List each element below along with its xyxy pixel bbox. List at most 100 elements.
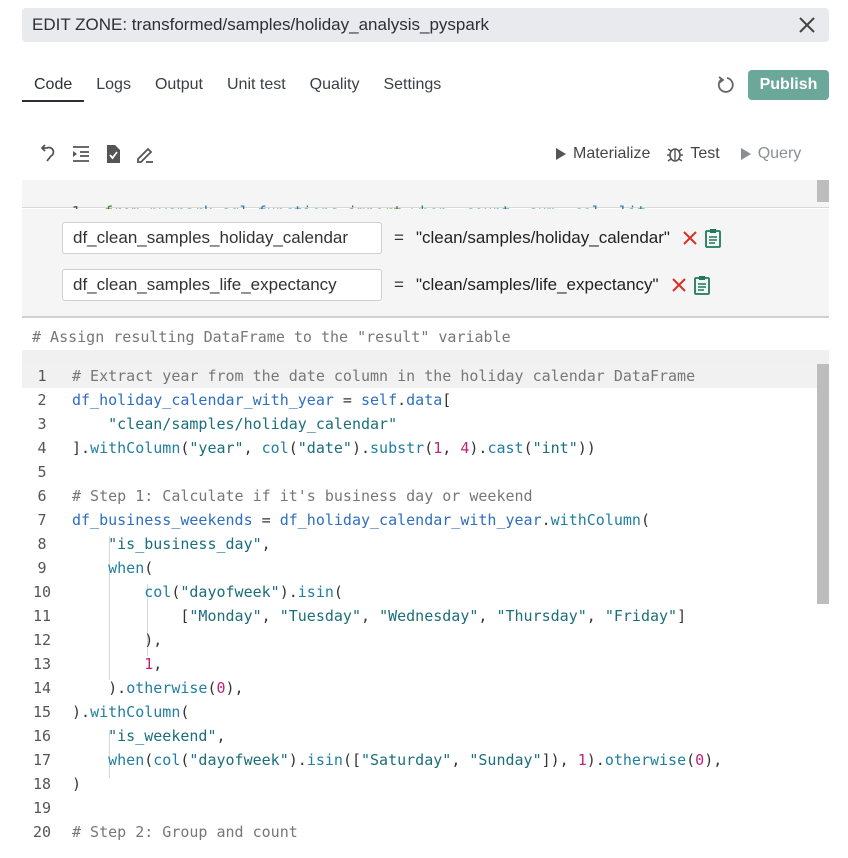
test-button[interactable]: Test — [666, 143, 720, 165]
pencil-icon — [137, 147, 153, 163]
line-number: 9 — [37, 559, 47, 577]
publish-button[interactable]: Publish — [748, 70, 829, 100]
code-line: 20 # Step 2: Group and count — [22, 820, 817, 844]
play-icon — [556, 148, 566, 160]
undo-history-icon — [717, 76, 734, 93]
code-text: # Extract year from the date column in t… — [72, 367, 696, 385]
play-icon — [740, 148, 751, 160]
param-value: "clean/samples/holiday_calendar" — [415, 228, 670, 247]
materialize-button[interactable]: Materialize — [555, 143, 650, 165]
tab-output[interactable]: Output — [143, 70, 215, 102]
param-row: df_clean_samples_holiday_calendar = "cle… — [62, 222, 722, 254]
run-toolbar: Materialize Test Query — [555, 143, 801, 165]
tab-code[interactable]: Code — [22, 70, 85, 102]
assign-comment: # Assign resulting DataFrame to the "res… — [32, 328, 511, 346]
code-text: ).withColumn( — [72, 703, 190, 721]
line-number: 18 — [32, 775, 52, 793]
line-number: 3 — [37, 415, 47, 433]
code-text: ).otherwise(0), — [72, 679, 244, 697]
edit-button[interactable] — [134, 143, 156, 165]
scrollbar[interactable] — [817, 180, 829, 202]
code-line: 2 df_holiday_calendar_with_year = self.da… — [22, 388, 817, 412]
close-button[interactable] — [795, 13, 819, 37]
code-line: 16 "is_weekend", — [22, 724, 817, 748]
param-name-input[interactable]: df_clean_samples_holiday_calendar — [62, 222, 382, 254]
code-editor[interactable]: 1 # Extract year from the date column in … — [22, 364, 829, 858]
code-line: 8 "is_business_day", — [22, 532, 817, 556]
tab-quality[interactable]: Quality — [298, 70, 372, 102]
validate-button[interactable] — [102, 143, 124, 165]
code-text: when(col("dayofweek").isin(["Saturday", … — [108, 751, 723, 769]
clipboard-icon[interactable] — [704, 228, 722, 248]
format-button[interactable] — [70, 143, 92, 165]
code-text: "is_business_day", — [108, 535, 271, 553]
line-number: 6 — [37, 487, 47, 505]
divider — [22, 316, 829, 318]
line-number: 8 — [37, 535, 47, 553]
undo-button[interactable] — [38, 143, 60, 165]
code-line: 7 df_business_weekends = df_holiday_calen… — [22, 508, 817, 532]
file-check-icon — [107, 145, 120, 163]
code-text: 1, — [144, 655, 163, 673]
query-label: Query — [757, 145, 802, 162]
code-text: ].withColumn("year", col("date").substr(… — [72, 439, 596, 457]
code-line: 15 ).withColumn( — [22, 700, 817, 724]
equals-sign: = — [394, 275, 404, 294]
line-number: 16 — [32, 727, 52, 745]
code-text: # Step 2: Group and count — [72, 823, 298, 841]
editor-toolbar — [38, 143, 156, 165]
code-line: 10 col("dayofweek").isin( — [22, 580, 817, 604]
materialize-label: Materialize — [573, 145, 651, 162]
code-text: # Step 1: Calculate if it's business day… — [72, 487, 533, 505]
undo-icon — [40, 144, 55, 162]
scrollbar[interactable] — [817, 364, 829, 604]
dataset-params: df_clean_samples_holiday_calendar = "cle… — [22, 209, 829, 317]
code-line: 11 ["Monday", "Tuesday", "Wednesday", "T… — [22, 604, 817, 628]
title-bar: EDIT ZONE: transformed/samples/holiday_a… — [22, 8, 829, 42]
code-text: df_business_weekends = df_holiday_calend… — [72, 511, 650, 529]
code-text: ), — [72, 631, 163, 649]
equals-sign: = — [394, 228, 404, 247]
code-text: "is_weekend", — [108, 727, 226, 745]
code-line: 3 "clean/samples/holiday_calendar" — [22, 412, 817, 436]
window-title: EDIT ZONE: transformed/samples/holiday_a… — [32, 15, 489, 34]
line-number: 7 — [37, 511, 47, 529]
clipboard-icon[interactable] — [693, 275, 711, 295]
code-line: 12 ), — [22, 628, 817, 652]
line-number: 11 — [32, 607, 52, 625]
line-number: 15 — [32, 703, 52, 721]
import-editor[interactable]: 1from pyspark.sql.functions import when,… — [22, 180, 829, 221]
line-number: 19 — [32, 799, 52, 817]
code-line: 19 — [22, 796, 817, 820]
editor-header-band — [22, 350, 829, 364]
code-line: 17 when(col("dayofweek").isin(["Saturday… — [22, 748, 817, 772]
tab-settings[interactable]: Settings — [371, 70, 453, 102]
test-label: Test — [690, 145, 720, 162]
param-name-input[interactable]: df_clean_samples_life_expectancy — [62, 269, 382, 301]
param-value: "clean/samples/life_expectancy" — [415, 275, 659, 294]
line-number: 12 — [32, 631, 52, 649]
remove-icon[interactable] — [682, 230, 698, 246]
line-number: 5 — [37, 463, 47, 481]
remove-icon[interactable] — [671, 277, 687, 293]
line-number: 13 — [32, 655, 52, 673]
revert-button[interactable] — [716, 74, 738, 96]
line-number: 1 — [37, 367, 47, 385]
code-line: 9 when( — [22, 556, 817, 580]
tab-logs[interactable]: Logs — [84, 70, 143, 102]
code-line: 13 1, — [22, 652, 817, 676]
query-button[interactable]: Query — [740, 143, 802, 165]
tab-unit-test[interactable]: Unit test — [215, 70, 298, 102]
line-number: 2 — [37, 391, 47, 409]
bug-icon — [667, 148, 684, 162]
code-line: 14 ).otherwise(0), — [22, 676, 817, 700]
code-text: when( — [108, 559, 154, 577]
code-text: ) — [72, 775, 82, 793]
code-line: 5 — [22, 460, 817, 484]
code-line: 1 # Extract year from the date column in … — [22, 364, 817, 388]
code-text: col("dayofweek").isin( — [144, 583, 343, 601]
param-row: df_clean_samples_life_expectancy = "clea… — [62, 269, 711, 301]
line-number: 14 — [32, 679, 52, 697]
line-number: 20 — [32, 823, 52, 841]
code-line: 18) — [22, 772, 817, 796]
